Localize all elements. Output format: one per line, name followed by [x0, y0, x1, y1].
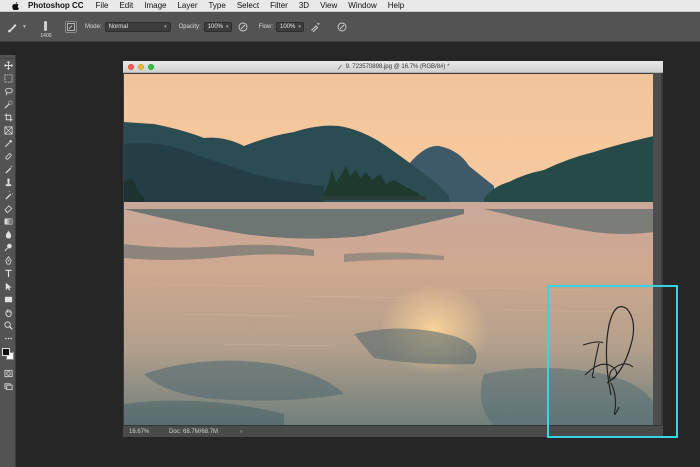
document-size: Doc: 68.7M/68.7M: [169, 428, 219, 435]
menu-edit[interactable]: Edit: [119, 1, 133, 10]
pressure-size-icon[interactable]: [336, 21, 348, 33]
document-title-text: 9. 723570898.jpg @ 16.7% (RGB/8#) *: [345, 63, 450, 70]
quick-mask-icon[interactable]: [0, 367, 16, 380]
menu-type[interactable]: Type: [208, 1, 225, 10]
lasso-tool-icon[interactable]: [0, 85, 16, 98]
menu-file[interactable]: File: [96, 1, 109, 10]
color-swatches[interactable]: [0, 345, 16, 367]
opacity-field[interactable]: 100% ▾: [203, 21, 232, 32]
brush-size: 1400: [40, 32, 52, 39]
pen-tool-icon[interactable]: [0, 254, 16, 267]
frame-tool-icon[interactable]: [0, 124, 16, 137]
file-icon: [337, 64, 343, 70]
chevron-down-icon: ▾: [226, 23, 229, 30]
screen-mode-icon[interactable]: [0, 380, 16, 393]
minimize-window-button[interactable]: [138, 64, 144, 70]
mode-value: Normal: [108, 23, 128, 30]
brush-preset-picker[interactable]: 1400: [35, 15, 57, 39]
flow-field[interactable]: 100% ▾: [276, 21, 304, 32]
brush-tip-icon: [44, 20, 48, 31]
dodge-tool-icon[interactable]: [0, 241, 16, 254]
marquee-tool-icon[interactable]: [0, 72, 16, 85]
pressure-opacity-icon[interactable]: [237, 21, 249, 33]
close-window-button[interactable]: [128, 64, 134, 70]
chevron-down-icon[interactable]: ▼: [22, 24, 27, 30]
mode-label: Mode:: [84, 23, 102, 30]
history-brush-tool-icon[interactable]: [0, 189, 16, 202]
rectangle-tool-icon[interactable]: [0, 293, 16, 306]
chevron-down-icon: ▾: [298, 23, 301, 30]
chevron-right-icon[interactable]: ›: [240, 429, 242, 435]
brush-panel-toggle-button[interactable]: [64, 20, 77, 33]
eyedropper-tool-icon[interactable]: [0, 137, 16, 150]
move-tool-icon[interactable]: [0, 59, 16, 72]
menu-layer[interactable]: Layer: [177, 1, 197, 10]
more-tools-icon[interactable]: [0, 332, 16, 345]
foreground-color-swatch[interactable]: [2, 348, 10, 356]
menu-image[interactable]: Image: [144, 1, 166, 10]
opacity-value: 100%: [207, 23, 224, 30]
menu-select[interactable]: Select: [237, 1, 259, 10]
path-selection-tool-icon[interactable]: [0, 280, 16, 293]
flow-value: 100%: [280, 23, 296, 30]
menu-window[interactable]: Window: [348, 1, 376, 10]
document-title: 9. 723570898.jpg @ 16.7% (RGB/8#) *: [337, 63, 450, 70]
airbrush-icon[interactable]: [309, 21, 321, 33]
hand-tool-icon[interactable]: [0, 306, 16, 319]
gradient-tool-icon[interactable]: [0, 215, 16, 228]
zoom-window-button[interactable]: [148, 64, 154, 70]
zoom-level[interactable]: 16.67%: [129, 429, 159, 435]
app-name[interactable]: Photoshop CC: [28, 1, 84, 10]
clone-stamp-tool-icon[interactable]: [0, 176, 16, 189]
menu-help[interactable]: Help: [388, 1, 404, 10]
document-title-bar[interactable]: 9. 723570898.jpg @ 16.7% (RGB/8#) *: [123, 61, 663, 73]
zoom-tool-icon[interactable]: [0, 319, 16, 332]
quick-selection-tool-icon[interactable]: [0, 98, 16, 111]
photoshop-window: Photoshop CC File Edit Image Layer Type …: [0, 0, 700, 467]
tools-panel: [0, 55, 16, 467]
signature-highlight-box: [547, 285, 678, 438]
type-tool-icon[interactable]: [0, 267, 16, 280]
brush-tool-icon[interactable]: [0, 163, 16, 176]
flow-label: Flow:: [258, 23, 273, 30]
chevron-down-icon: ▾: [164, 23, 167, 30]
eraser-tool-icon[interactable]: [0, 202, 16, 215]
brush-tool-preset-icon[interactable]: [6, 20, 20, 34]
healing-brush-tool-icon[interactable]: [0, 150, 16, 163]
menu-3d[interactable]: 3D: [299, 1, 309, 10]
menu-bar: Photoshop CC File Edit Image Layer Type …: [0, 0, 700, 12]
mode-select[interactable]: Normal ▾: [104, 21, 171, 32]
menu-filter[interactable]: Filter: [270, 1, 288, 10]
opacity-label: Opacity:: [178, 23, 201, 30]
blur-tool-icon[interactable]: [0, 228, 16, 241]
crop-tool-icon[interactable]: [0, 111, 16, 124]
menu-view[interactable]: View: [320, 1, 337, 10]
apple-icon[interactable]: [10, 1, 20, 10]
options-bar: ▼ 1400 Mode: Normal ▾ Opacity: 100% ▾ Fl…: [0, 12, 700, 42]
